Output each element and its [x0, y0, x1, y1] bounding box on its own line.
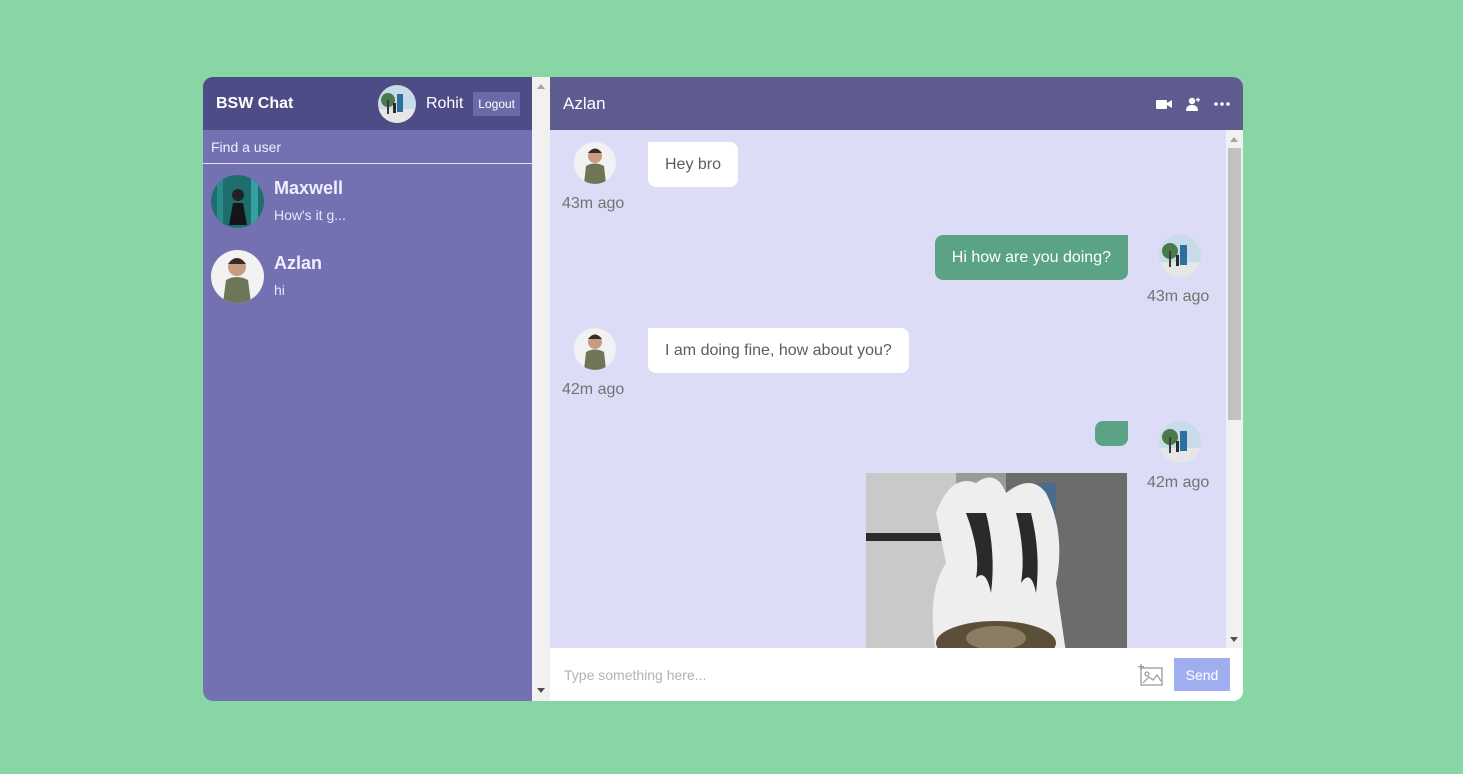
add-user-icon[interactable]: [1186, 97, 1200, 111]
chat-panel: Azlan Hey bro 43m ago Hi how are you doi…: [550, 77, 1243, 701]
message-time: 42m ago: [562, 381, 625, 398]
scroll-up-arrow-icon[interactable]: [1230, 137, 1238, 142]
user-item-azlan[interactable]: Azlan hi: [203, 250, 532, 325]
message-image[interactable]: [866, 473, 1127, 648]
message-bubble-outgoing: [1095, 421, 1128, 446]
user-avatar: [211, 175, 264, 228]
scroll-down-arrow-icon[interactable]: [1230, 637, 1238, 642]
sidebar-header: BSW Chat Rohit Logout: [203, 77, 532, 130]
message-input-bar: Send: [550, 648, 1243, 701]
find-user-input[interactable]: [211, 138, 524, 155]
user-list: Maxwell How's it g... Azlan hi: [203, 164, 532, 325]
message-input[interactable]: [564, 666, 1138, 683]
sender-avatar: [1159, 421, 1201, 463]
sidebar: BSW Chat Rohit Logout Find a user Maxwel…: [203, 77, 532, 701]
sender-avatar: [574, 142, 616, 184]
message-list: Hey bro 43m ago Hi how are you doing? 43…: [550, 130, 1226, 648]
user-avatar: [211, 250, 264, 303]
more-icon[interactable]: [1214, 101, 1230, 106]
send-button[interactable]: Send: [1174, 658, 1230, 691]
sender-avatar: [1159, 235, 1201, 277]
user-search: [203, 130, 532, 164]
current-user-name: Rohit: [425, 94, 464, 112]
chat-title: Azlan: [563, 93, 606, 113]
current-user-avatar[interactable]: [377, 84, 416, 123]
user-info: Maxwell How's it g...: [274, 175, 346, 223]
attach-image-icon[interactable]: [1138, 663, 1164, 686]
user-item-maxwell[interactable]: Maxwell How's it g...: [203, 175, 532, 250]
logout-button[interactable]: Logout: [473, 91, 520, 116]
message-bubble-incoming: Hey bro: [648, 142, 739, 187]
message-time: 43m ago: [562, 195, 625, 212]
user-name: Maxwell: [274, 178, 344, 198]
message-time: 42m ago: [1147, 474, 1210, 491]
chat-app: BSW Chat Rohit Logout Find a user Maxwel…: [203, 77, 1243, 701]
app-brand: BSW Chat: [216, 94, 294, 112]
chat-header: Azlan: [550, 77, 1243, 130]
scrollbar-thumb[interactable]: [1228, 148, 1241, 420]
user-last-message: hi: [274, 282, 285, 298]
scroll-down-arrow-icon[interactable]: [537, 688, 545, 693]
message-time: 43m ago: [1147, 288, 1210, 305]
scroll-up-arrow-icon[interactable]: [537, 84, 545, 89]
messages-scrollbar[interactable]: [1226, 130, 1243, 648]
message-bubble-incoming: I am doing fine, how about you?: [648, 328, 909, 373]
video-camera-icon[interactable]: [1156, 98, 1172, 110]
user-info: Azlan hi: [274, 250, 322, 298]
messages-area: Hey bro 43m ago Hi how are you doing? 43…: [550, 130, 1243, 648]
sidebar-scrollbar[interactable]: [532, 77, 550, 701]
user-name: Azlan: [274, 253, 323, 273]
user-last-message: How's it g...: [274, 207, 346, 223]
sender-avatar: [574, 328, 616, 370]
message-bubble-outgoing: Hi how are you doing?: [934, 235, 1128, 280]
